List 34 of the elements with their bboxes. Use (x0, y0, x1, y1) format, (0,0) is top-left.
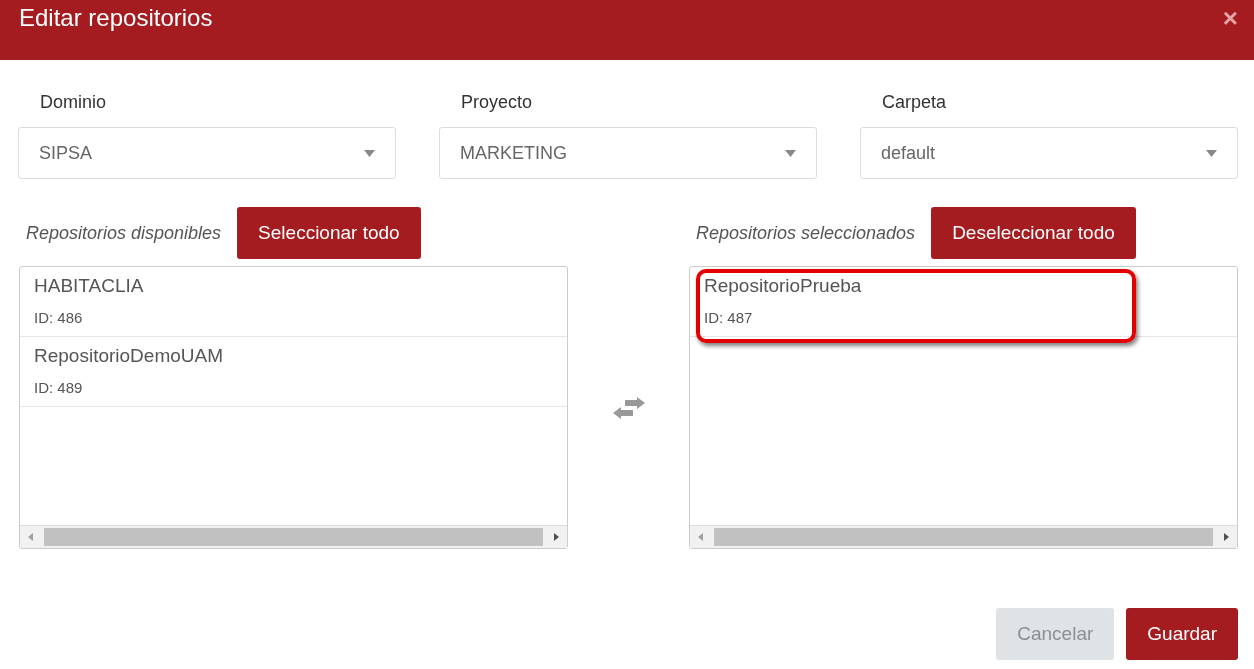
repository-name: RepositorioPrueba (704, 275, 862, 297)
repository-name: HABITACLIA (34, 275, 144, 297)
select-all-button[interactable]: Seleccionar todo (237, 207, 421, 259)
caret-icon (785, 149, 796, 157)
dialog-title: Editar repositorios (19, 4, 213, 32)
caret-icon (1206, 149, 1217, 157)
repository-id: ID: 487 (704, 309, 753, 326)
horizontal-scrollbar[interactable] (20, 525, 567, 548)
horizontal-scrollbar[interactable] (690, 525, 1237, 548)
select-all-button[interactable]: Deseleccionar todo (931, 207, 1136, 259)
scrollbar-thumb[interactable] (714, 528, 1213, 546)
dropdown-field[interactable]: MARKETING (439, 127, 817, 179)
repository-item[interactable]: RepositorioPrueba ID: 487 (690, 267, 1237, 337)
scroll-right-icon[interactable] (1221, 532, 1231, 542)
repository-item[interactable]: RepositorioDemoUAM ID: 489 (20, 337, 567, 407)
scroll-right-icon[interactable] (551, 532, 561, 542)
field-label: Carpeta (881, 92, 947, 113)
list-title: Repositorios seleccionados (695, 222, 916, 244)
repository-id: ID: 486 (34, 309, 83, 326)
swap-arrows-icon[interactable] (612, 396, 645, 419)
dropdown-field[interactable]: default (860, 127, 1238, 179)
scrollbar-thumb[interactable] (44, 528, 543, 546)
caret-icon (364, 149, 375, 157)
list-title: Repositorios disponibles (25, 222, 222, 244)
close-button[interactable]: × (1222, 3, 1238, 34)
scroll-left-icon[interactable] (26, 532, 36, 542)
repository-name: RepositorioDemoUAM (34, 345, 223, 367)
repository-item[interactable]: HABITACLIA ID: 486 (20, 267, 567, 337)
field-label: Dominio (39, 92, 107, 113)
repository-id: ID: 489 (34, 379, 83, 396)
dropdown-field[interactable]: SIPSA (18, 127, 396, 179)
field-label: Proyecto (460, 92, 533, 113)
save-button[interactable]: Guardar (1126, 608, 1238, 660)
scroll-left-icon[interactable] (696, 532, 706, 542)
